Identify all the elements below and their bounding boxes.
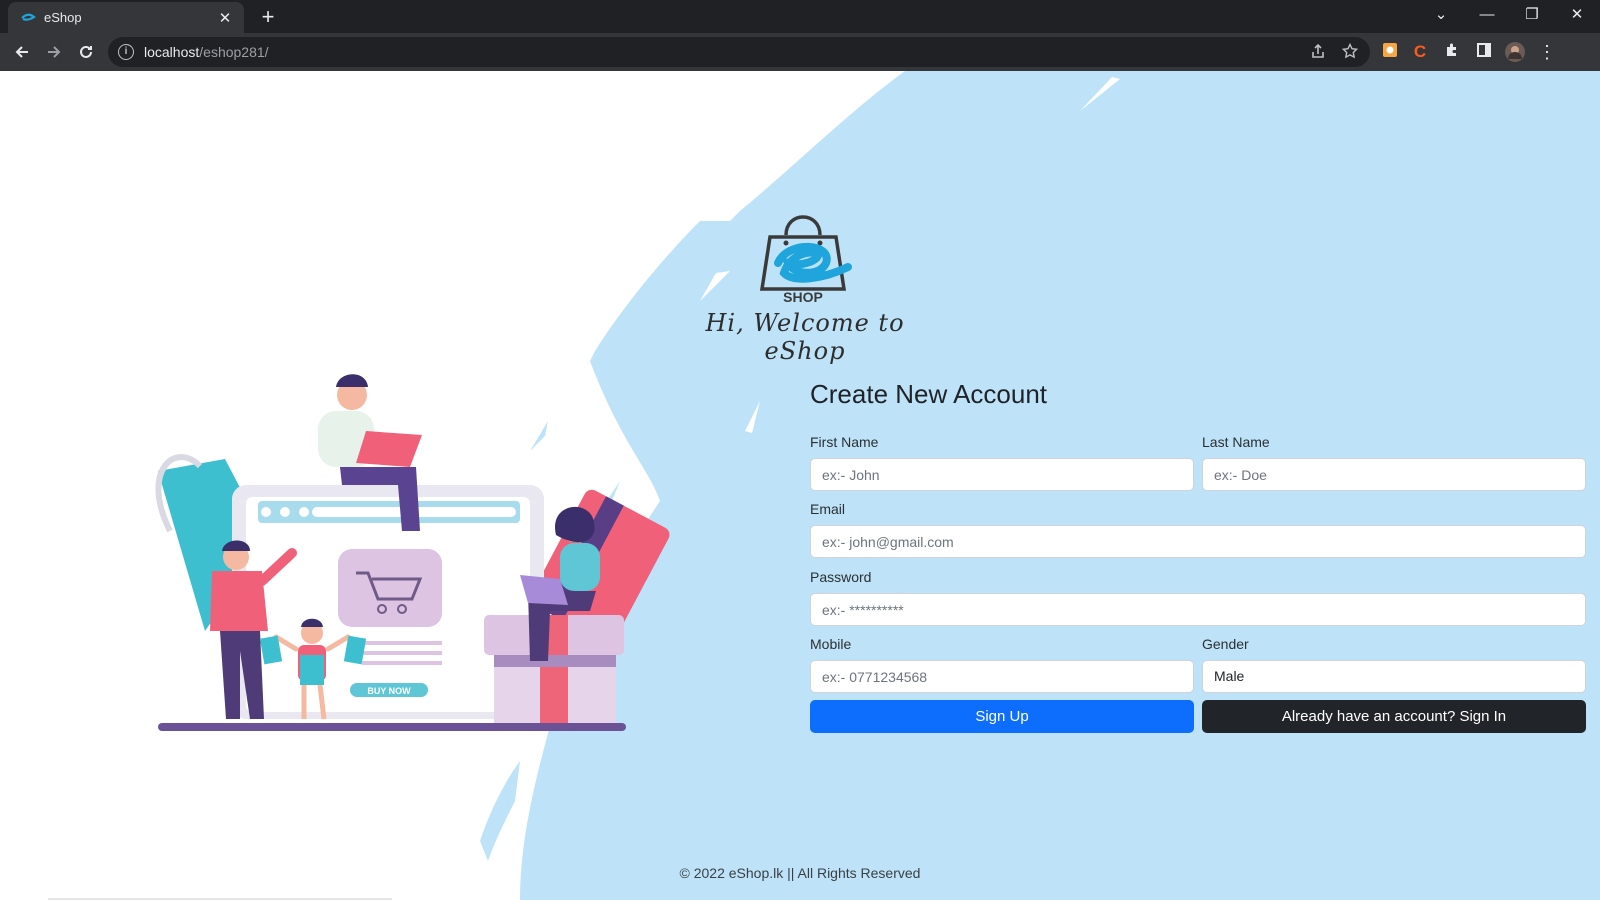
url-host: localhost xyxy=(144,44,200,60)
gender-label: Gender xyxy=(1202,636,1249,652)
reload-icon[interactable] xyxy=(70,36,102,68)
browser-toolbar: i localhost /eshop281/ C ⋮ xyxy=(0,33,1600,71)
sidebar-icon[interactable] xyxy=(1474,42,1494,62)
extension-1-icon[interactable] xyxy=(1380,42,1400,62)
profile-icon[interactable] xyxy=(1505,42,1525,62)
gender-select[interactable]: Male xyxy=(1202,660,1586,693)
menu-icon[interactable]: ⋮ xyxy=(1537,42,1557,62)
star-icon[interactable] xyxy=(1341,42,1359,63)
email-label: Email xyxy=(810,501,846,517)
new-tab-button[interactable]: + xyxy=(254,3,282,31)
last-name-label: Last Name xyxy=(1202,434,1270,450)
url-path: /eshop281/ xyxy=(199,44,269,60)
first-name-input[interactable] xyxy=(810,458,1194,491)
eshop-favicon-icon xyxy=(20,10,36,26)
extension-2-icon[interactable]: C xyxy=(1410,42,1430,62)
info-icon[interactable]: i xyxy=(118,44,134,60)
shopping-illustration: BUY NOW xyxy=(155,374,670,731)
close-window-button[interactable]: ✕ xyxy=(1554,0,1600,30)
welcome-heading: Hi, Welcome to eShop xyxy=(705,309,905,365)
sign-up-button[interactable]: Sign Up xyxy=(810,700,1194,733)
logo-text: SHOP xyxy=(783,289,823,305)
buy-now-label: BUY NOW xyxy=(367,686,411,696)
first-name-label: First Name xyxy=(810,434,879,450)
eshop-logo: SHOP xyxy=(759,215,852,305)
tab-search-icon[interactable]: ⌄ xyxy=(1418,0,1464,30)
address-bar[interactable]: i localhost /eshop281/ xyxy=(108,37,1370,67)
browser-tab-bar: eShop ✕ + ⌄ — ❐ ✕ xyxy=(0,0,1600,33)
sign-in-button[interactable]: Already have an account? Sign In xyxy=(1202,700,1586,733)
gender-selected-value: Male xyxy=(1214,668,1245,684)
restore-button[interactable]: ❐ xyxy=(1509,0,1555,30)
page-content: SHOP Hi, Welcome to eShop BUY NOW Create… xyxy=(0,71,1600,900)
password-input[interactable] xyxy=(810,593,1586,626)
password-label: Password xyxy=(810,569,872,585)
last-name-input[interactable] xyxy=(1202,458,1586,491)
minimize-button[interactable]: — xyxy=(1464,0,1510,30)
mobile-input[interactable] xyxy=(810,660,1194,693)
form-title: Create New Account xyxy=(810,379,1048,409)
share-icon[interactable] xyxy=(1310,43,1326,63)
footer-copyright: © 2022 eShop.lk || All Rights Reserved xyxy=(679,865,921,881)
email-input[interactable] xyxy=(810,525,1586,558)
back-icon[interactable] xyxy=(6,36,38,68)
extension-icon[interactable] xyxy=(1442,42,1462,62)
forward-icon[interactable] xyxy=(38,36,70,68)
browser-tab[interactable]: eShop ✕ xyxy=(8,2,244,33)
mobile-label: Mobile xyxy=(810,636,852,652)
tab-close-icon[interactable]: ✕ xyxy=(216,9,234,27)
tab-title: eShop xyxy=(44,10,82,25)
